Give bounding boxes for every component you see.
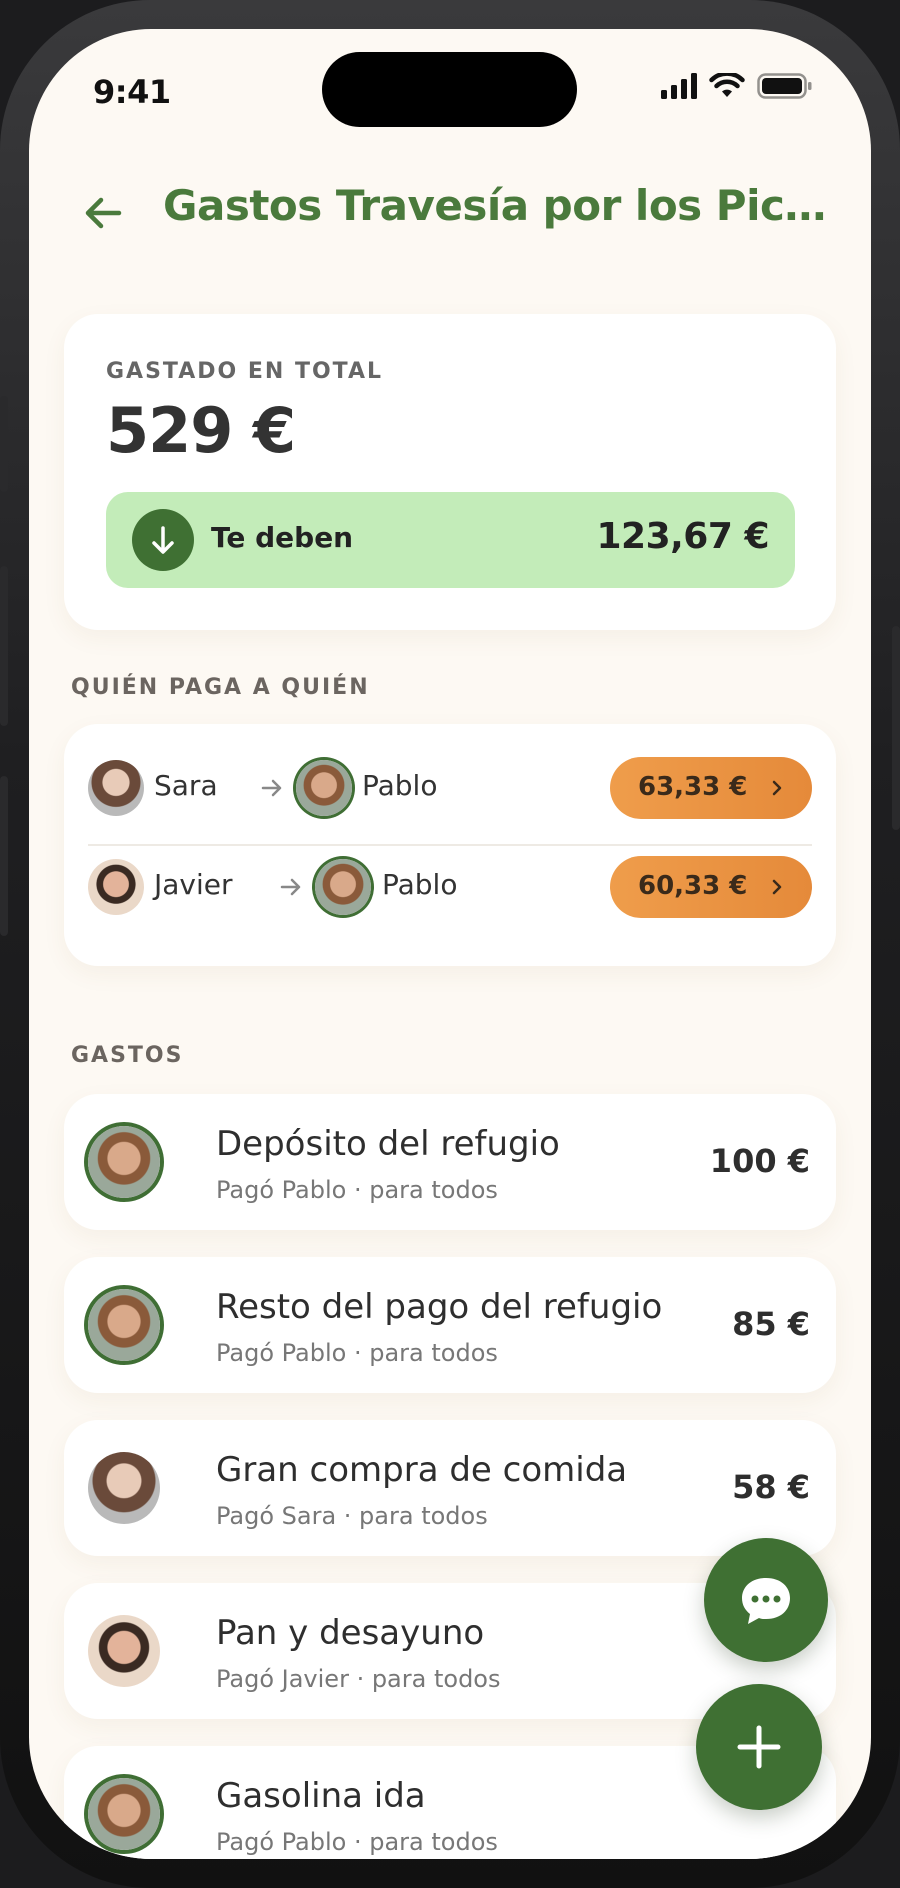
settlement-from-name: Sara xyxy=(154,769,218,802)
expense-subtitle: Pagó Sara · para todos xyxy=(216,1502,488,1530)
total-summary-card: GASTADO EN TOTAL 529 € Te deben 123,67 € xyxy=(64,314,836,630)
settle-pay-button[interactable]: 60,33 € xyxy=(610,856,812,918)
side-button-mute xyxy=(0,396,8,492)
side-button-power xyxy=(892,626,900,830)
settle-pay-button[interactable]: 63,33 € xyxy=(610,757,812,819)
dynamic-island xyxy=(322,52,577,127)
settlement-row: Sara Pablo 63,33 € xyxy=(64,735,836,835)
battery-icon xyxy=(757,73,812,99)
expense-subtitle: Pagó Pablo · para todos xyxy=(216,1828,498,1856)
page-title: Gastos Travesía por los Pico... xyxy=(163,181,853,230)
expense-item[interactable]: Depósito del refugio Pagó Pablo · para t… xyxy=(64,1094,836,1230)
expense-item[interactable]: Gran compra de comida Pagó Sara · para t… xyxy=(64,1420,836,1556)
total-label: GASTADO EN TOTAL xyxy=(106,359,384,384)
owed-to-you-banner[interactable]: Te deben 123,67 € xyxy=(106,492,795,588)
expenses-section-label: GASTOS xyxy=(71,1043,184,1068)
arrow-down-icon xyxy=(132,509,194,571)
avatar-sara xyxy=(88,1452,160,1524)
avatar-pablo xyxy=(88,1289,160,1361)
total-amount: 529 € xyxy=(106,394,296,467)
screen: 9:41 Gastos Travesía por los Pico... GAS… xyxy=(29,29,871,1859)
status-time: 9:41 xyxy=(93,73,171,111)
phone-frame: 9:41 Gastos Travesía por los Pico... GAS… xyxy=(0,0,900,1888)
settlement-to-name: Pablo xyxy=(382,868,458,901)
owed-label: Te deben xyxy=(211,521,354,554)
chat-bubble-icon xyxy=(742,1578,790,1624)
expense-item[interactable]: Resto del pago del refugio Pagó Pablo · … xyxy=(64,1257,836,1393)
settle-amount: 63,33 € xyxy=(638,772,748,802)
settlement-from-name: Javier xyxy=(154,868,233,901)
settlements-section-label: QUIÉN PAGA A QUIÉN xyxy=(71,675,370,700)
avatar-javier xyxy=(88,859,144,915)
expense-subtitle: Pagó Javier · para todos xyxy=(216,1665,501,1693)
side-button-volume-down xyxy=(0,776,8,936)
add-expense-button[interactable] xyxy=(696,1684,822,1810)
avatar-pablo xyxy=(315,859,371,915)
expense-amount: 58 € xyxy=(732,1468,810,1506)
settlement-to-name: Pablo xyxy=(362,769,438,802)
expense-amount: 100 € xyxy=(709,1142,810,1180)
avatar-pablo xyxy=(88,1126,160,1198)
expense-title: Pan y desayuno xyxy=(216,1613,485,1653)
plus-icon xyxy=(737,1725,781,1769)
avatar-pablo xyxy=(296,760,352,816)
settlement-row: Javier Pablo 60,33 € xyxy=(64,834,836,934)
chevron-right-icon xyxy=(772,879,782,895)
cellular-signal-icon xyxy=(661,73,697,99)
expense-title: Depósito del refugio xyxy=(216,1124,560,1164)
wifi-icon xyxy=(709,73,745,97)
avatar-sara xyxy=(88,760,144,816)
status-icons xyxy=(661,73,813,99)
avatar-pablo xyxy=(88,1778,160,1850)
expense-subtitle: Pagó Pablo · para todos xyxy=(216,1339,498,1367)
expense-title: Gran compra de comida xyxy=(216,1450,628,1490)
expense-title: Gasolina ida xyxy=(216,1776,426,1816)
settle-amount: 60,33 € xyxy=(638,871,748,901)
chevron-right-icon xyxy=(772,780,782,796)
expense-title: Resto del pago del refugio xyxy=(216,1287,663,1327)
arrow-right-icon xyxy=(280,878,301,896)
expense-amount: 85 € xyxy=(732,1305,810,1343)
settlements-card: Sara Pablo 63,33 € Javier Pablo 60,33 € xyxy=(64,724,836,966)
chat-button[interactable] xyxy=(704,1538,828,1662)
side-button-volume-up xyxy=(0,566,8,726)
owed-amount: 123,67 € xyxy=(596,516,769,557)
avatar-javier xyxy=(88,1615,160,1687)
back-arrow-icon[interactable] xyxy=(81,191,125,235)
arrow-right-icon xyxy=(261,779,282,797)
expense-subtitle: Pagó Pablo · para todos xyxy=(216,1176,498,1204)
